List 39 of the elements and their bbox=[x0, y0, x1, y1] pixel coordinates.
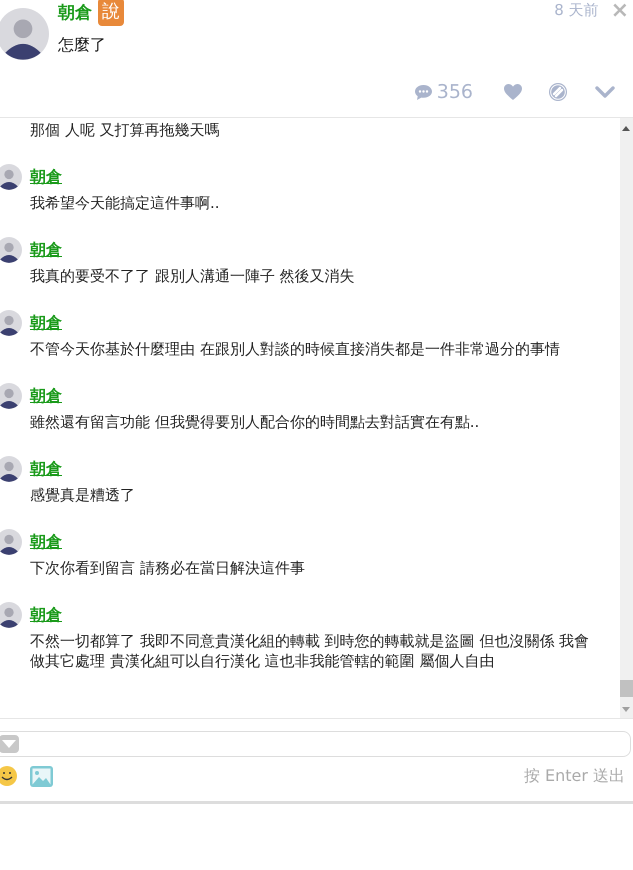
avatar-icon bbox=[0, 237, 22, 263]
chevron-down-icon[interactable] bbox=[595, 86, 615, 98]
avatar-icon bbox=[0, 164, 22, 190]
heart-icon[interactable] bbox=[503, 83, 523, 101]
comment-text: 下次你看到留言 請務必在當日解決這件事 bbox=[30, 558, 306, 578]
commenter-name[interactable]: 朝倉 bbox=[30, 532, 62, 552]
avatar-icon bbox=[0, 8, 49, 60]
commenter-name[interactable]: 朝倉 bbox=[30, 604, 62, 626]
author-name[interactable]: 朝倉 bbox=[58, 0, 92, 24]
scrollbar[interactable] bbox=[620, 118, 633, 718]
send-hint: 按 Enter 送出 bbox=[524, 766, 625, 786]
avatar-icon bbox=[0, 602, 22, 628]
reply-field[interactable] bbox=[0, 731, 631, 757]
comment-text: 不管今天你基於什麼理由 在跟別人對談的時候直接消失都是一件非常過分的事情 bbox=[30, 339, 561, 359]
comment-icon[interactable] bbox=[414, 84, 433, 100]
comment-text: 我希望今天能搞定這件事啊.. bbox=[30, 193, 221, 213]
commenter-name[interactable]: 朝倉 bbox=[30, 312, 62, 334]
link-icon[interactable] bbox=[548, 82, 568, 102]
commenter-name[interactable]: 朝倉 bbox=[30, 458, 62, 480]
commenter-name[interactable]: 朝倉 bbox=[30, 240, 62, 260]
commenter-name[interactable]: 朝倉 bbox=[30, 166, 62, 188]
avatar-icon bbox=[0, 529, 22, 555]
avatar-icon bbox=[0, 456, 22, 482]
close-button[interactable]: × bbox=[606, 0, 633, 23]
post-text: 怎麼了 bbox=[58, 35, 107, 56]
comment-text: 我真的要受不了了 跟別人溝通一陣子 然後又消失 bbox=[30, 266, 356, 286]
comment-text: 那個 人呢 又打算再拖幾天嗎 bbox=[30, 120, 221, 140]
avatar-icon bbox=[0, 310, 22, 336]
comment-count: 356 bbox=[436, 81, 473, 103]
post-time: 8 天前 bbox=[554, 1, 599, 20]
emoji-icon[interactable] bbox=[0, 766, 17, 786]
commenter-name[interactable]: 朝倉 bbox=[30, 386, 62, 406]
image-icon[interactable] bbox=[30, 766, 53, 786]
comment-text: 不然一切都算了 我即不同意貴漢化組的轉載 到時您的轉載就是盜圖 但也沒關係 我會做其它處理 貴漢化組可以自行漢化 這也非我能管轄的範圍 屬個人自由 bbox=[30, 631, 590, 671]
dropdown-icon[interactable] bbox=[0, 735, 19, 753]
post-type-badge: 說 bbox=[98, 0, 124, 26]
comment-text: 感覺真是糟透了 bbox=[30, 485, 136, 505]
comment-text: 雖然還有留言功能 但我覺得要別人配合你的時間點去對話實在有點.. bbox=[30, 412, 480, 432]
avatar-icon bbox=[0, 383, 22, 409]
